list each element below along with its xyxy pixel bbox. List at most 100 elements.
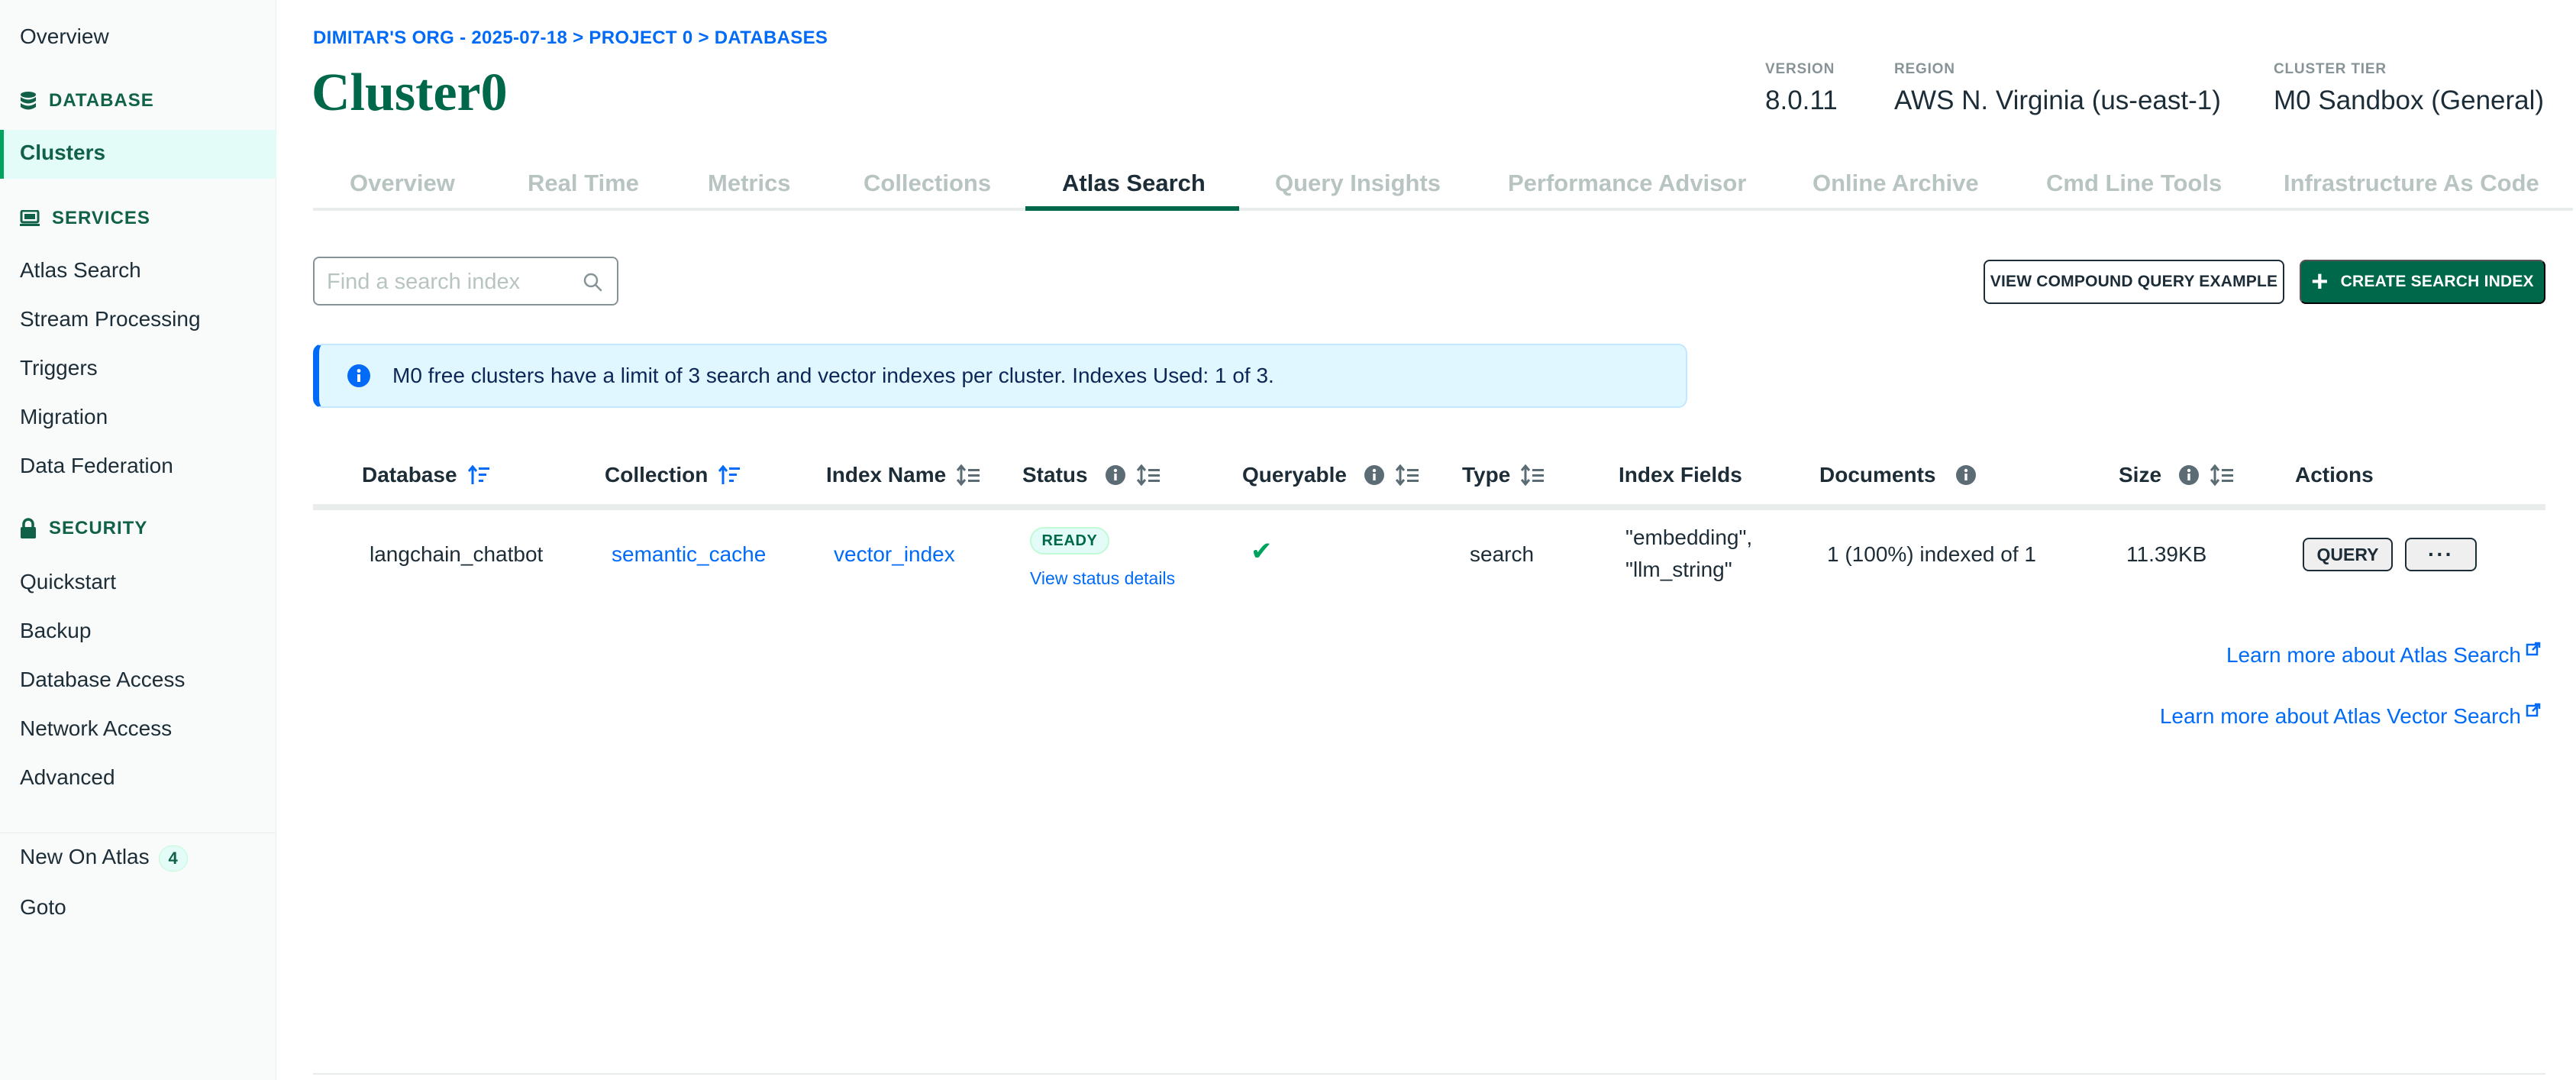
column-header-collection[interactable]: Collection: [605, 463, 741, 487]
sidebar-item-data-federation[interactable]: Data Federation: [20, 454, 173, 478]
learn-atlas-search-label: Learn more about Atlas Search: [2226, 643, 2521, 667]
more-actions-button[interactable]: ···: [2405, 538, 2477, 571]
sidebar-heading-services: SERVICES: [52, 208, 150, 228]
page-title: Cluster0: [312, 63, 508, 122]
column-header-documents: Documents: [1819, 463, 1977, 487]
tab-atlas-search[interactable]: Atlas Search: [1062, 170, 1206, 197]
sidebar-section-security: SECURITY: [20, 518, 147, 539]
query-button[interactable]: QUERY: [2303, 538, 2393, 571]
sidebar-item-clusters[interactable]: Clusters: [0, 130, 276, 179]
database-icon: [21, 92, 36, 110]
column-label: Queryable: [1242, 463, 1347, 487]
version-label: VERSION: [1765, 61, 1835, 77]
sidebar-item-advanced[interactable]: Advanced: [20, 765, 115, 790]
tab-overview[interactable]: Overview: [350, 170, 455, 197]
create-search-index-button[interactable]: + CREATE SEARCH INDEX: [2300, 260, 2545, 304]
sidebar-item-network-access[interactable]: Network Access: [20, 716, 172, 741]
column-label: Size: [2119, 463, 2162, 487]
region-value: AWS N. Virginia (us-east-1): [1894, 86, 2221, 115]
sort-ascending-icon[interactable]: [718, 464, 741, 486]
info-icon: [347, 364, 370, 387]
column-label: Documents: [1819, 463, 1936, 487]
sidebar-item-triggers[interactable]: Triggers: [20, 356, 98, 380]
tab-online-archive[interactable]: Online Archive: [1813, 170, 1979, 197]
sidebar: Overview DATABASE Clusters SERVICES Atla…: [0, 0, 276, 1080]
tab-query-insights[interactable]: Query Insights: [1275, 170, 1441, 197]
sort-ascending-icon[interactable]: [467, 464, 491, 486]
info-icon[interactable]: [1364, 464, 1385, 486]
tab-infrastructure-as-code[interactable]: Infrastructure As Code: [2284, 170, 2539, 197]
sidebar-item-new-on-atlas[interactable]: New On Atlas 4: [20, 845, 188, 871]
active-tab-indicator: [1025, 206, 1239, 211]
sidebar-item-quickstart[interactable]: Quickstart: [20, 570, 116, 594]
learn-vector-search-label: Learn more about Atlas Vector Search: [2159, 704, 2521, 728]
column-header-database[interactable]: Database: [362, 463, 491, 487]
cell-type: search: [1470, 542, 1535, 566]
column-label: Status: [1022, 463, 1088, 487]
external-link-icon: [2526, 642, 2541, 656]
plus-icon: +: [2311, 266, 2329, 298]
column-label: Database: [362, 463, 457, 487]
monitor-icon: [20, 210, 40, 226]
cell-index-fields-line1: "embedding",: [1625, 525, 1753, 549]
lock-icon: [21, 518, 36, 538]
sidebar-item-label: Clusters: [20, 141, 106, 164]
sidebar-item-migration[interactable]: Migration: [20, 405, 108, 429]
learn-atlas-search-link[interactable]: Learn more about Atlas Search: [2226, 642, 2541, 668]
banner-text: M0 free clusters have a limit of 3 searc…: [392, 364, 1274, 387]
column-label: Type: [1462, 463, 1511, 487]
column-header-index-name[interactable]: Index Name: [826, 463, 981, 487]
tab-metrics[interactable]: Metrics: [708, 170, 791, 197]
column-label: Collection: [605, 463, 709, 487]
sidebar-item-overview[interactable]: Overview: [20, 24, 109, 49]
sidebar-section-database: DATABASE: [20, 90, 154, 112]
cell-database: langchain_chatbot: [370, 542, 544, 566]
info-icon[interactable]: [1105, 464, 1126, 486]
collection-link[interactable]: semantic_cache: [612, 542, 766, 567]
view-status-details-link[interactable]: View status details: [1030, 568, 1175, 589]
column-header-size[interactable]: Size: [2119, 463, 2235, 487]
check-icon: ✔: [1251, 537, 1273, 566]
sidebar-item-database-access[interactable]: Database Access: [20, 668, 185, 692]
sort-icon[interactable]: [1136, 464, 1161, 486]
table-header-divider: [313, 504, 2545, 510]
sidebar-item-backup[interactable]: Backup: [20, 619, 91, 643]
sidebar-item-stream-processing[interactable]: Stream Processing: [20, 307, 201, 331]
sort-icon[interactable]: [957, 464, 981, 486]
index-name-link[interactable]: vector_index: [834, 542, 955, 567]
sidebar-item-goto[interactable]: Goto: [20, 895, 66, 920]
search-input[interactable]: [327, 267, 571, 296]
tab-collections[interactable]: Collections: [864, 170, 991, 197]
column-header-status[interactable]: Status: [1022, 463, 1161, 487]
cluster-tier-value: M0 Sandbox (General): [2274, 86, 2545, 115]
column-header-queryable[interactable]: Queryable: [1242, 463, 1420, 487]
version-info: VERSION 8.0.11: [1765, 61, 1838, 116]
tab-cmd-line-tools[interactable]: Cmd Line Tools: [2046, 170, 2222, 197]
tab-performance-advisor[interactable]: Performance Advisor: [1508, 170, 1746, 197]
search-icon[interactable]: [582, 271, 603, 293]
sidebar-item-atlas-search[interactable]: Atlas Search: [20, 258, 141, 283]
sidebar-section-services: SERVICES: [20, 208, 150, 229]
version-value: 8.0.11: [1765, 86, 1838, 115]
view-compound-query-button[interactable]: VIEW COMPOUND QUERY EXAMPLE: [1984, 260, 2284, 304]
column-header-index-fields: Index Fields: [1619, 463, 1742, 487]
info-icon[interactable]: [2178, 464, 2200, 486]
cell-documents: 1 (100%) indexed of 1: [1827, 542, 2036, 566]
column-label: Index Fields: [1619, 463, 1742, 487]
info-icon[interactable]: [1955, 464, 1977, 486]
new-count-badge: 4: [158, 845, 188, 871]
learn-vector-search-link[interactable]: Learn more about Atlas Vector Search: [2159, 703, 2541, 729]
sort-icon[interactable]: [1521, 464, 1545, 486]
sidebar-item-label: New On Atlas: [20, 845, 150, 868]
column-label: Actions: [2295, 463, 2374, 487]
region-info: REGION AWS N. Virginia (us-east-1): [1894, 61, 2221, 116]
sort-icon[interactable]: [1395, 464, 1420, 486]
tab-real-time[interactable]: Real Time: [528, 170, 639, 197]
breadcrumb[interactable]: DIMITAR'S ORG - 2025-07-18 > PROJECT 0 >…: [313, 27, 828, 49]
status-badge: READY: [1030, 527, 1109, 555]
external-link-icon: [2526, 703, 2541, 717]
region-label: REGION: [1894, 61, 1955, 77]
sort-icon[interactable]: [2210, 464, 2235, 486]
column-header-type[interactable]: Type: [1462, 463, 1545, 487]
cell-size: 11.39KB: [2126, 542, 2207, 566]
